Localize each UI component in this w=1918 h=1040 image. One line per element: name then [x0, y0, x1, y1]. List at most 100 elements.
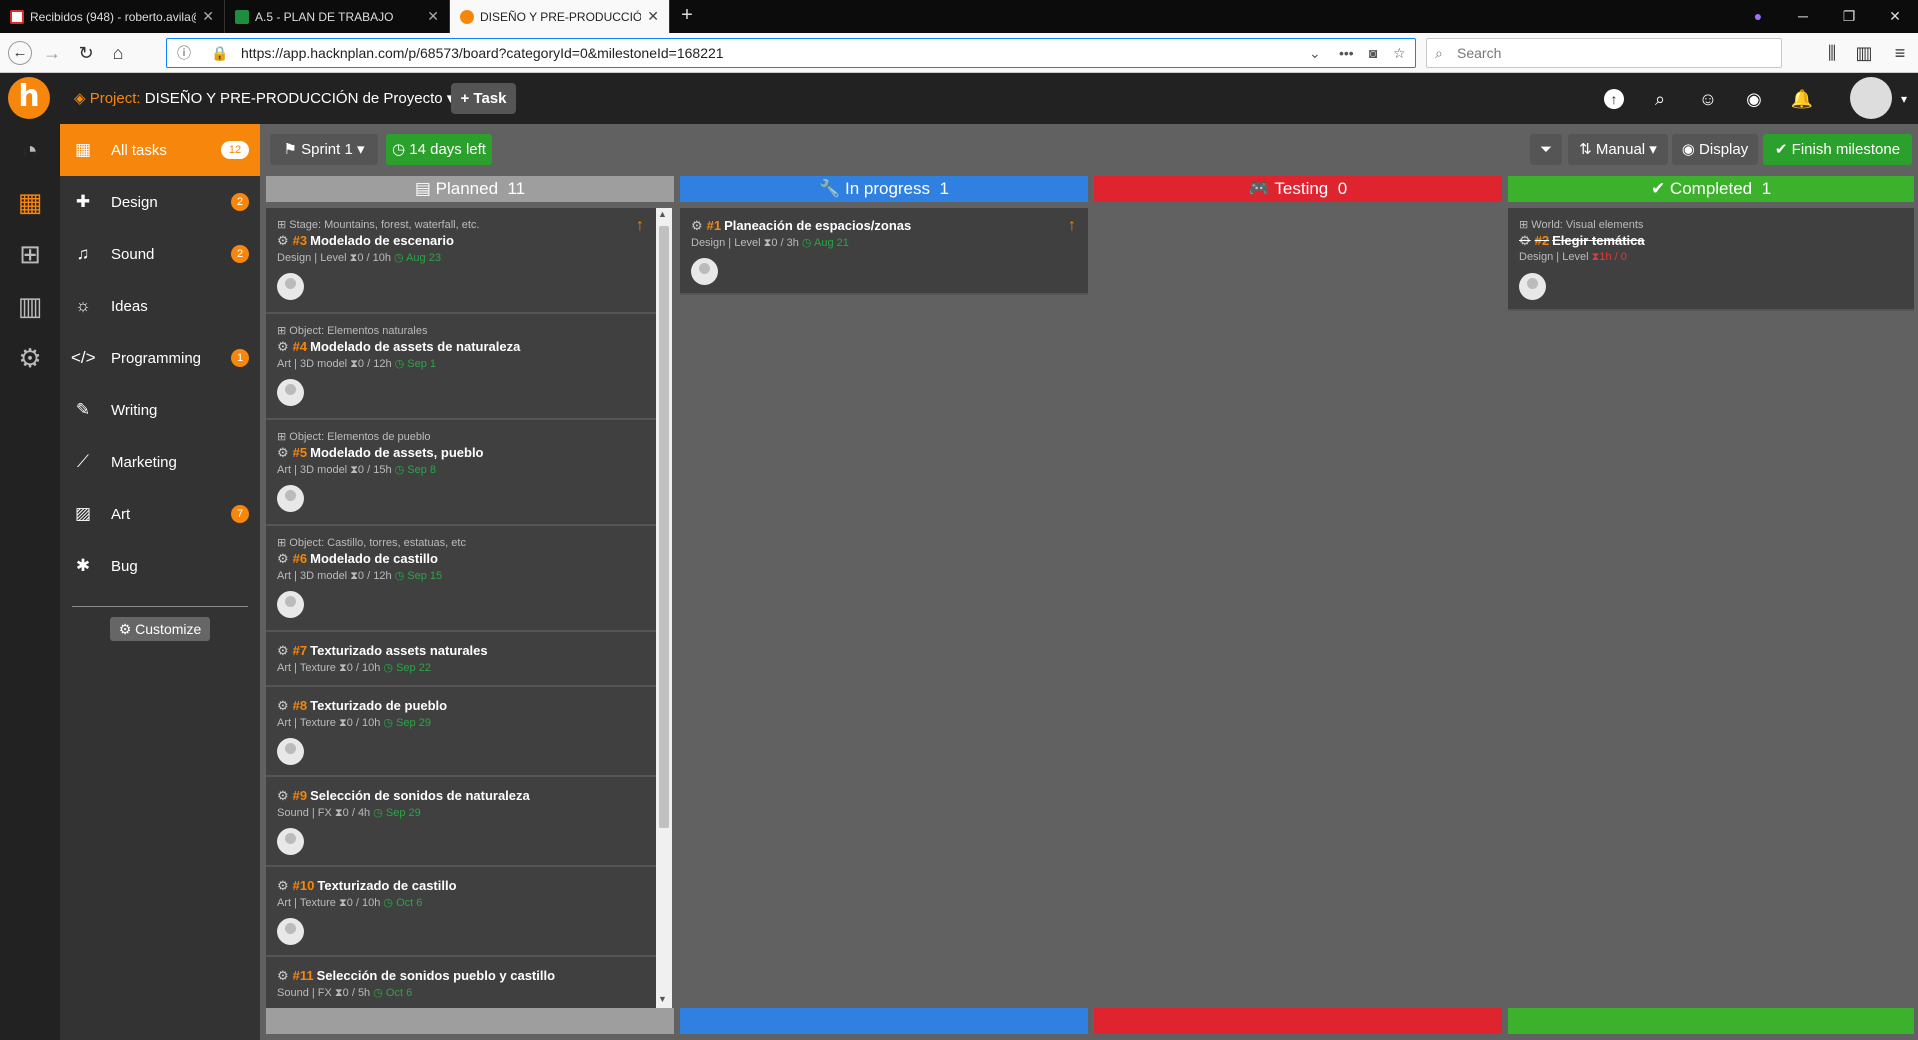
assignee-avatar[interactable] [277, 273, 304, 300]
caret-down-icon: ▾ [356, 141, 365, 158]
gear-icon[interactable]: ⚙ [691, 218, 703, 233]
bookmark-star-icon[interactable]: ☆ [1393, 39, 1406, 67]
gear-icon[interactable]: ⚙ [277, 698, 289, 713]
task-path: ⊞ World: Visual elements [1519, 218, 1904, 233]
task-card-4[interactable]: ⊞ Object: Elementos naturales ⚙ #4 Modelad… [266, 314, 656, 420]
gear-icon[interactable]: ⚙ [277, 445, 289, 460]
browser-tab-plan[interactable]: A.5 - PLAN DE TRABAJO ✕ [225, 0, 450, 33]
customize-button[interactable]: ⚙ Customize [110, 617, 210, 641]
url-bar[interactable]: ⓘ 🔒 https://app.hacknplan.com/p/68573/bo… [166, 38, 1416, 68]
priority-up-arrow-icon: ↑ [636, 217, 644, 234]
upload-icon[interactable]: ↑ [1604, 89, 1624, 109]
sidebar-item-marketing[interactable]: ⟋ Marketing [60, 436, 260, 488]
assignee-avatar[interactable] [277, 828, 304, 855]
sort-selector[interactable]: ⇅ Manual ▾ [1568, 134, 1668, 165]
assignee-avatar[interactable] [277, 379, 304, 406]
scrollbar-thumb[interactable] [659, 226, 669, 828]
menu-icon[interactable]: ≡ [1888, 41, 1912, 65]
task-card-7[interactable]: ⚙ #7 Texturizado assets naturales Art | Te… [266, 632, 656, 687]
dashboard-icon[interactable]: ◔ [0, 124, 60, 176]
task-path-text: Object: Castillo, torres, estatuas, etc [289, 537, 466, 549]
sidebar-item-ideas[interactable]: ☼ Ideas [60, 280, 260, 332]
wrench-icon: 🔧 [819, 179, 841, 198]
sidebar-item-art[interactable]: ▨ Art 7 [60, 488, 260, 540]
search-input[interactable]: ⌕ Search [1426, 38, 1782, 68]
restore-button[interactable]: ❐ [1826, 0, 1872, 33]
add-task-button[interactable]: + Task [451, 83, 516, 114]
sprint-selector[interactable]: ⚑ Sprint 1 ▾ [270, 134, 378, 165]
reload-button[interactable]: ↻ [74, 41, 98, 65]
task-card-1[interactable]: ⚙ #1 Planeación de espacios/zonas Design |… [680, 208, 1088, 295]
gear-icon[interactable]: ⚙ [277, 878, 289, 893]
gear-icon[interactable]: ⚙ [277, 968, 289, 983]
task-number: #4 [292, 339, 308, 354]
gear-icon[interactable]: ⚙ [277, 233, 289, 248]
info-icon[interactable]: ⓘ [177, 39, 191, 67]
main-nav-rail: ◔ ▦ ⊞ ▥ ⚙ [0, 124, 60, 1040]
close-tab-icon[interactable]: ✕ [202, 8, 214, 25]
gear-icon[interactable]: ⚙ [277, 788, 289, 803]
browser-tab-hacknplan[interactable]: DISEÑO Y PRE-PRODUCCIÓN d ✕ [450, 0, 670, 33]
project-selector[interactable]: ◈ Project: DISEÑO Y PRE-PRODUCCIÓN de Pr… [74, 89, 454, 107]
task-card-9[interactable]: ⚙ #9 Selección de sonidos de naturaleza So… [266, 777, 656, 867]
sidebar-item-design[interactable]: ✚ Design 2 [60, 176, 260, 228]
sidebar-item-sound[interactable]: ♫ Sound 2 [60, 228, 260, 280]
minimize-button[interactable]: ─ [1780, 0, 1826, 33]
bar-chart-icon[interactable]: ▥ [0, 280, 60, 332]
hierarchy-icon[interactable]: ⊞ [0, 228, 60, 280]
sidebar-item-writing[interactable]: ✎ Writing [60, 384, 260, 436]
board-icon[interactable]: ▦ [0, 176, 60, 228]
gear-icon[interactable]: ⚙ [277, 551, 289, 566]
user-avatar[interactable] [1850, 77, 1892, 119]
pocket-icon[interactable]: ◙ [1369, 39, 1377, 67]
hacknplan-logo[interactable]: h [8, 77, 50, 119]
assignee-avatar[interactable] [1519, 273, 1546, 300]
browser-tab-gmail[interactable]: Recibidos (948) - roberto.avila@ ✕ [0, 0, 225, 33]
new-tab-button[interactable]: + [670, 0, 704, 33]
library-icon[interactable]: ⫼ [1820, 41, 1844, 65]
close-tab-icon[interactable]: ✕ [427, 8, 439, 25]
assignee-avatar[interactable] [277, 591, 304, 618]
gear-icon[interactable]: ⚙ [277, 643, 289, 658]
gear-icon[interactable]: ⚙ [0, 332, 60, 384]
caret-down-icon[interactable]: ▾ [1892, 87, 1916, 111]
count-badge: 12 [221, 141, 249, 159]
task-meta: Art | Texture ⧗0 / 10h ◷ Oct 6 [277, 897, 423, 909]
task-path: ⊞ Stage: Mountains, forest, waterfall, e… [277, 218, 646, 233]
scroll-down-icon[interactable]: ▼ [658, 994, 667, 1004]
close-tab-icon[interactable]: ✕ [647, 8, 659, 25]
chevron-down-icon[interactable]: ⌄ [1309, 39, 1321, 67]
smiley-icon[interactable]: ☺ [1696, 87, 1720, 111]
sidebar-item-bug[interactable]: ✱ Bug [60, 540, 260, 592]
gear-icon[interactable]: ⚙ [277, 339, 289, 354]
back-button[interactable]: ← [8, 41, 32, 65]
assignee-avatar[interactable] [691, 258, 718, 285]
task-card-2[interactable]: ⊞ World: Visual elements ⚙ #2 Elegir temát… [1508, 208, 1914, 311]
task-card-6[interactable]: ⊞ Object: Castillo, torres, estatuas, et… [266, 526, 656, 632]
check-icon: ✔ [1650, 179, 1666, 198]
filter-button[interactable]: ⏷ [1530, 134, 1562, 165]
assignee-avatar[interactable] [277, 738, 304, 765]
help-lifebuoy-icon[interactable]: ◉ [1742, 87, 1766, 111]
assignee-avatar[interactable] [277, 485, 304, 512]
search-icon[interactable]: ⌕ [1648, 87, 1672, 111]
task-card-8[interactable]: ⚙ #8 Texturizado de pueblo Art | Texture ⧗… [266, 687, 656, 777]
task-card-3[interactable]: ⊞ Stage: Mountains, forest, waterfall, e… [266, 208, 656, 314]
sidebar-toggle-icon[interactable]: ▥ [1852, 41, 1876, 65]
finish-milestone-button[interactable]: ✔ Finish milestone [1763, 134, 1912, 165]
task-card-10[interactable]: ⚙ #10 Texturizado de castillo Art | Textur… [266, 867, 656, 957]
more-icon[interactable]: ••• [1339, 39, 1354, 67]
sidebar-item-all-tasks[interactable]: ▦ All tasks 12 [60, 124, 260, 176]
task-card-5[interactable]: ⊞ Object: Elementos de pueblo ⚙ #5 Modelad… [266, 420, 656, 526]
close-window-button[interactable]: ✕ [1872, 0, 1918, 33]
forward-button[interactable]: → [40, 41, 64, 65]
display-button[interactable]: ◉ Display [1672, 134, 1758, 165]
task-card-11[interactable]: ⚙ #11 Selección de sonidos pueblo y castil… [266, 957, 656, 1008]
home-button[interactable]: ⌂ [106, 41, 130, 65]
bell-icon[interactable]: 🔔 [1790, 87, 1814, 111]
scroll-up-icon[interactable]: ▲ [658, 209, 667, 219]
sidebar-item-programming[interactable]: </> Programming 1 [60, 332, 260, 384]
sort-icon: ⇅ [1579, 141, 1592, 158]
gear-icon[interactable]: ⚙ [1519, 233, 1531, 248]
assignee-avatar[interactable] [277, 918, 304, 945]
